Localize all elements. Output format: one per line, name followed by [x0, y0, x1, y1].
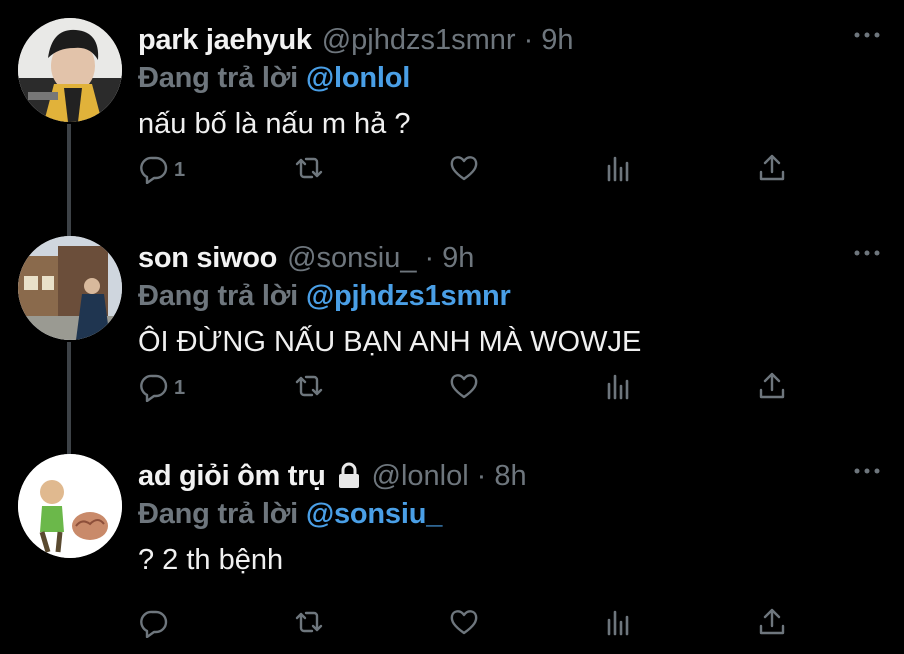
reply-icon: [138, 606, 170, 643]
replying-label: Đang trả lời: [138, 62, 299, 94]
tweet-actions: 1: [138, 368, 798, 408]
replying-to: Đang trả lời @pjhdzs1smnr: [138, 280, 511, 313]
user-handle[interactable]: @lonlol: [372, 460, 469, 493]
reply-mention[interactable]: @sonsiu_: [306, 498, 442, 530]
tweet[interactable]: son siwoo @sonsiu_ · 9h Đang trả lời @pj…: [0, 218, 904, 436]
user-handle[interactable]: @sonsiu_: [287, 242, 416, 275]
reply-button[interactable]: 1: [138, 150, 185, 190]
more-icon[interactable]: [852, 246, 882, 258]
analytics-icon: [603, 152, 635, 189]
tweet[interactable]: park jaehyuk @pjhdzs1smnr · 9h Đang trả …: [0, 0, 904, 218]
analytics-button[interactable]: [603, 150, 635, 190]
avatar[interactable]: [18, 18, 122, 122]
like-button[interactable]: [448, 604, 480, 644]
like-button[interactable]: [448, 150, 480, 190]
reply-button[interactable]: [138, 604, 174, 644]
replying-to: Đang trả lời @lonlol: [138, 62, 410, 95]
retweet-button[interactable]: [293, 150, 325, 190]
avatar[interactable]: [18, 454, 122, 558]
replying-label: Đang trả lời: [138, 280, 299, 312]
separator-dot: ·: [424, 241, 435, 274]
share-button[interactable]: [756, 368, 788, 408]
retweet-icon: [293, 606, 325, 643]
analytics-button[interactable]: [603, 604, 635, 644]
timestamp[interactable]: 9h: [541, 24, 573, 57]
display-name[interactable]: ad giỏi ôm trụ: [138, 460, 326, 493]
like-button[interactable]: [448, 368, 480, 408]
reply-icon: [138, 370, 170, 407]
share-button[interactable]: [756, 150, 788, 190]
analytics-icon: [603, 606, 635, 643]
tweet-actions: 1: [138, 150, 798, 190]
like-icon: [448, 370, 480, 407]
reply-mention[interactable]: @lonlol: [306, 62, 410, 94]
reply-count: 1: [174, 158, 186, 181]
tweet-text: ? 2 th bệnh: [138, 544, 284, 576]
user-handle[interactable]: @pjhdzs1smnr: [322, 24, 516, 57]
like-icon: [448, 606, 480, 643]
tweet-text: nấu bố là nấu m hả ?: [138, 108, 411, 140]
like-icon: [448, 152, 480, 189]
timestamp[interactable]: 8h: [494, 460, 526, 493]
more-icon[interactable]: [852, 464, 882, 476]
tweet-actions: [138, 604, 798, 644]
tweet-header: ad giỏi ôm trụ @lonlol · 8h: [138, 454, 527, 498]
retweet-icon: [293, 370, 325, 407]
retweet-button[interactable]: [293, 368, 325, 408]
replying-label: Đang trả lời: [138, 498, 299, 530]
display-name[interactable]: park jaehyuk: [138, 24, 312, 57]
display-name[interactable]: son siwoo: [138, 242, 277, 275]
share-button[interactable]: [756, 604, 788, 644]
share-icon: [756, 152, 788, 189]
tweet-text: ÔI ĐỪNG NẤU BẠN ANH MÀ WOWJE: [138, 326, 642, 358]
retweet-button[interactable]: [293, 604, 325, 644]
lock-icon: [336, 462, 362, 490]
tweet[interactable]: ad giỏi ôm trụ @lonlol · 8h Đang trả lời…: [0, 436, 904, 654]
replying-to: Đang trả lời @sonsiu_: [138, 498, 442, 531]
separator-dot: ·: [476, 459, 487, 492]
share-icon: [756, 370, 788, 407]
analytics-button[interactable]: [603, 368, 635, 408]
analytics-icon: [603, 370, 635, 407]
reply-icon: [138, 152, 170, 189]
separator-dot: ·: [523, 23, 534, 56]
more-icon[interactable]: [852, 28, 882, 40]
avatar[interactable]: [18, 236, 122, 340]
tweet-header: son siwoo @sonsiu_ · 9h: [138, 236, 474, 280]
timestamp[interactable]: 9h: [442, 242, 474, 275]
reply-mention[interactable]: @pjhdzs1smnr: [306, 280, 511, 312]
tweet-header: park jaehyuk @pjhdzs1smnr · 9h: [138, 18, 574, 62]
reply-count: 1: [174, 376, 186, 399]
share-icon: [756, 606, 788, 643]
retweet-icon: [293, 152, 325, 189]
reply-button[interactable]: 1: [138, 368, 185, 408]
